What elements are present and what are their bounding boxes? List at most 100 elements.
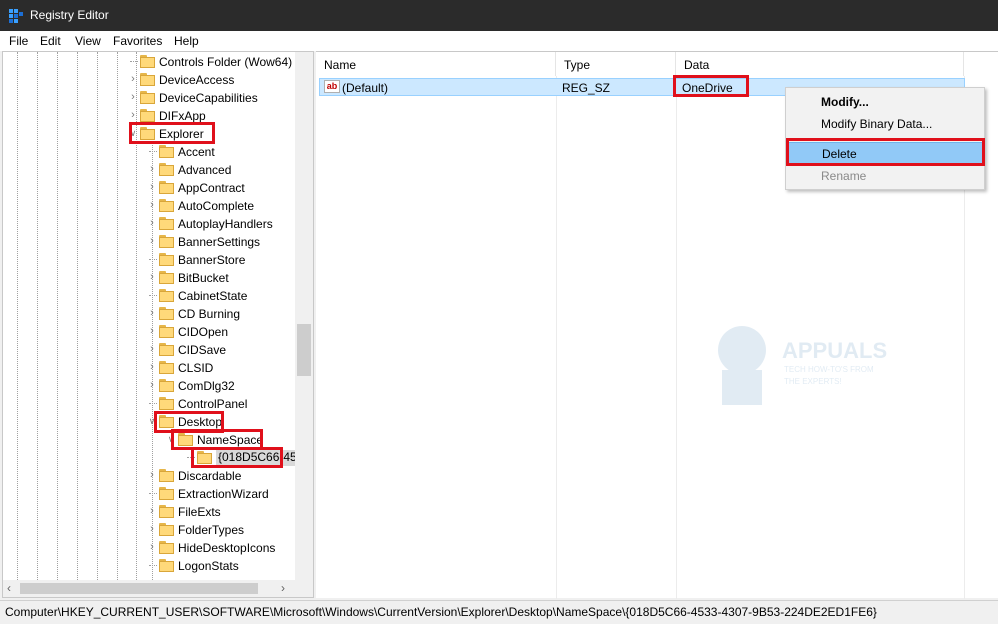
menu-file[interactable]: File <box>9 34 28 48</box>
menu-help[interactable]: Help <box>174 34 199 48</box>
expand-chevron-icon[interactable]: › <box>147 325 157 337</box>
expand-chevron-icon[interactable]: › <box>147 163 157 175</box>
tree-item-label: HideDesktopIcons <box>178 541 276 555</box>
tree-item-label: BannerStore <box>178 253 246 267</box>
menu-item-modify-binary[interactable]: Modify Binary Data... <box>787 113 983 135</box>
tree-item-label: ControlPanel <box>178 397 248 411</box>
tree-item[interactable]: › Discardable <box>3 467 293 485</box>
tree-item[interactable]: › AutoplayHandlers <box>3 215 293 233</box>
expand-chevron-icon[interactable]: › <box>147 523 157 535</box>
column-header-name[interactable]: Name <box>316 52 556 76</box>
tree-item-label: DIFxApp <box>159 109 206 123</box>
tree-item-label: AppContract <box>178 181 245 195</box>
delete-highlight-box <box>786 138 985 166</box>
tree-item[interactable]: › BannerSettings <box>3 233 293 251</box>
folder-icon <box>159 505 174 518</box>
menu-view[interactable]: View <box>75 34 101 48</box>
guid-key-highlight-box <box>191 447 283 468</box>
tree-vertical-scroll-thumb[interactable] <box>297 324 311 376</box>
tree-connector-dots <box>149 295 157 296</box>
expand-chevron-icon[interactable]: › <box>147 271 157 283</box>
expand-chevron-icon[interactable]: › <box>128 109 138 121</box>
tree-item-label: BannerSettings <box>178 235 261 249</box>
tree-item[interactable]: › ComDlg32 <box>3 377 293 395</box>
tree-item[interactable]: BannerStore <box>3 251 293 269</box>
tree-item-label: CLSID <box>178 361 214 375</box>
column-header-type[interactable]: Type <box>556 52 676 76</box>
tree-item-label: CIDOpen <box>178 325 229 339</box>
expand-chevron-icon[interactable]: › <box>147 181 157 193</box>
folder-icon <box>159 235 174 248</box>
expand-chevron-icon[interactable]: › <box>147 541 157 553</box>
tree-item[interactable]: › FileExts <box>3 503 293 521</box>
tree-connector-dots <box>149 151 157 152</box>
expand-chevron-icon[interactable]: › <box>147 307 157 319</box>
tree-item[interactable]: Controls Folder (Wow64) <box>3 53 293 71</box>
tree-item-label: BitBucket <box>178 271 229 285</box>
value-name: (Default) <box>342 81 389 95</box>
tree-item-label: Accent <box>178 145 215 159</box>
folder-icon <box>159 289 174 302</box>
tree-horizontal-scroll-thumb[interactable] <box>20 583 258 594</box>
folder-icon <box>140 91 155 104</box>
tree-item[interactable]: Accent <box>3 143 293 161</box>
scroll-right-icon[interactable]: › <box>281 581 285 595</box>
tree-item[interactable]: › CIDOpen <box>3 323 293 341</box>
appuals-watermark: APPUALS TECH HOW-TO'S FROM THE EXPERTS! <box>718 326 887 405</box>
expand-chevron-icon[interactable]: › <box>147 199 157 211</box>
tree-horizontal-scrollbar[interactable]: ‹ › <box>3 580 313 597</box>
expand-chevron-icon[interactable]: › <box>147 469 157 481</box>
tree-item[interactable]: ControlPanel <box>3 395 293 413</box>
tree-connector-dots <box>149 493 157 494</box>
column-header-data[interactable]: Data <box>676 52 964 76</box>
tree-item[interactable]: › FolderTypes <box>3 521 293 539</box>
title-bar: Registry Editor <box>0 0 998 31</box>
folder-icon <box>159 397 174 410</box>
scroll-left-icon[interactable]: ‹ <box>7 581 11 595</box>
tree-connector-dots <box>149 565 157 566</box>
tree-item[interactable]: › DeviceAccess <box>3 71 293 89</box>
tree-item-label: Discardable <box>178 469 242 483</box>
watermark-tagline-1: TECH HOW-TO'S FROM <box>784 365 874 374</box>
expand-chevron-icon[interactable]: › <box>128 73 138 85</box>
expand-chevron-icon[interactable]: › <box>147 379 157 391</box>
tree-connector-dots <box>130 61 138 62</box>
expand-chevron-icon[interactable]: › <box>147 217 157 229</box>
tree-item[interactable]: › Advanced <box>3 161 293 179</box>
status-key-path: Computer\HKEY_CURRENT_USER\SOFTWARE\Micr… <box>5 605 877 619</box>
tree-item-label: FolderTypes <box>178 523 245 537</box>
tree-item-label: DeviceCapabilities <box>159 91 258 105</box>
tree-item[interactable]: ExtractionWizard <box>3 485 293 503</box>
tree-item[interactable]: CabinetState <box>3 287 293 305</box>
tree-item[interactable]: › BitBucket <box>3 269 293 287</box>
tree-item[interactable]: LogonStats <box>3 557 293 575</box>
folder-icon <box>140 109 155 122</box>
folder-icon <box>159 487 174 500</box>
watermark-title: APPUALS <box>782 338 887 363</box>
menu-item-modify[interactable]: Modify... <box>787 91 983 113</box>
expand-chevron-icon[interactable]: › <box>147 235 157 247</box>
string-value-icon: ab <box>324 80 340 93</box>
tree-item[interactable]: › CD Burning <box>3 305 293 323</box>
expand-chevron-icon[interactable]: › <box>147 361 157 373</box>
expand-chevron-icon[interactable]: › <box>147 505 157 517</box>
menu-edit[interactable]: Edit <box>40 34 61 48</box>
tree-item[interactable]: › CLSID <box>3 359 293 377</box>
expand-chevron-icon[interactable]: › <box>128 91 138 103</box>
window-title: Registry Editor <box>30 8 109 22</box>
tree-item-label: CabinetState <box>178 289 248 303</box>
tree-vertical-scrollbar[interactable] <box>295 52 313 580</box>
tree-item[interactable]: › AppContract <box>3 179 293 197</box>
tree-item-label: AutoComplete <box>178 199 255 213</box>
folder-icon <box>159 145 174 158</box>
folder-icon <box>159 523 174 536</box>
tree-item[interactable]: › AutoComplete <box>3 197 293 215</box>
tree-item[interactable]: › HideDesktopIcons <box>3 539 293 557</box>
folder-icon <box>159 253 174 266</box>
tree-connector-dots <box>149 259 157 260</box>
expand-chevron-icon[interactable]: › <box>147 343 157 355</box>
folder-icon <box>159 559 174 572</box>
tree-item[interactable]: › DeviceCapabilities <box>3 89 293 107</box>
tree-item[interactable]: › CIDSave <box>3 341 293 359</box>
menu-favorites[interactable]: Favorites <box>113 34 162 48</box>
